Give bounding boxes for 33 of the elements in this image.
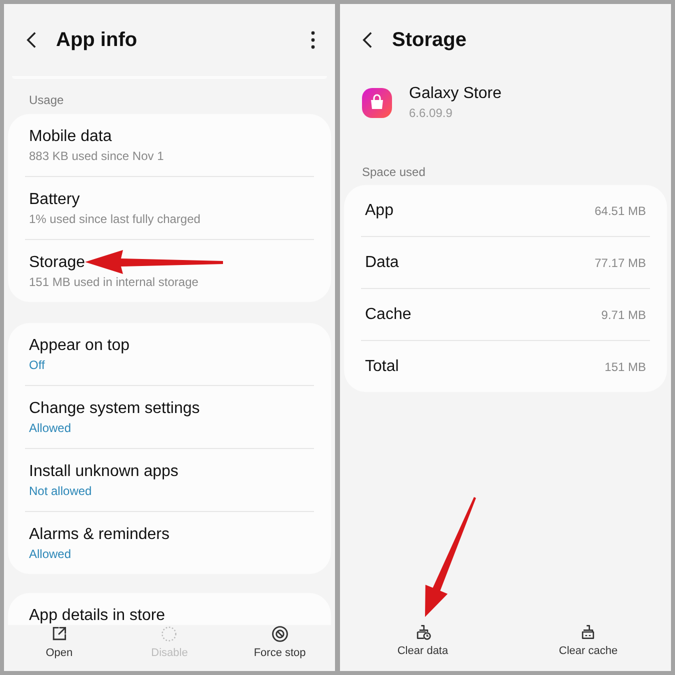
settings-item[interactable]: Install unknown apps Not allowed	[25, 449, 314, 511]
action-button[interactable]: Clear cache	[506, 623, 671, 665]
section-label: Space used	[361, 164, 426, 181]
settings-item[interactable]: Battery 1% used since last fully charged	[25, 177, 314, 239]
storage-label: Cache	[365, 306, 412, 324]
storage-value: 77.17 MB	[594, 256, 646, 270]
action-button[interactable]: Clear data	[340, 623, 506, 665]
storage-value: 151 MB	[604, 360, 646, 374]
settings-item[interactable]: Appear on top Off	[25, 323, 314, 385]
action-button[interactable]: Open	[4, 625, 114, 671]
dotted-circle-icon	[160, 625, 178, 643]
storage-value: 64.51 MB	[594, 204, 646, 218]
screen-title: Storage	[392, 28, 468, 52]
settings-item[interactable]: Storage 151 MB used in internal storage	[25, 240, 314, 302]
settings-item[interactable]: Alarms & reminders Allowed	[25, 512, 314, 574]
app-version: 6.6.09.9	[409, 106, 454, 120]
back-icon[interactable]	[362, 31, 373, 49]
app-name: Galaxy Store	[409, 85, 502, 103]
action-button[interactable]: Force stop	[224, 625, 335, 671]
settings-item[interactable]: App details in store	[8, 593, 331, 625]
screen-title: App info	[56, 28, 138, 52]
open-external-icon	[50, 625, 68, 643]
stop-icon	[270, 625, 289, 643]
settings-item[interactable]: Mobile data 883 KB used since Nov 1	[25, 114, 314, 176]
storage-label: Data	[365, 254, 399, 272]
storage-value: 9.71 MB	[601, 308, 646, 322]
storage-label: Total	[365, 358, 399, 376]
section-label: Usage	[28, 92, 65, 109]
back-icon[interactable]	[26, 31, 37, 49]
settings-item[interactable]: Change system settings Allowed	[25, 386, 314, 448]
more-options-icon[interactable]	[311, 31, 315, 49]
shopping-bag-icon	[362, 88, 392, 118]
storage-label: App	[365, 202, 394, 220]
